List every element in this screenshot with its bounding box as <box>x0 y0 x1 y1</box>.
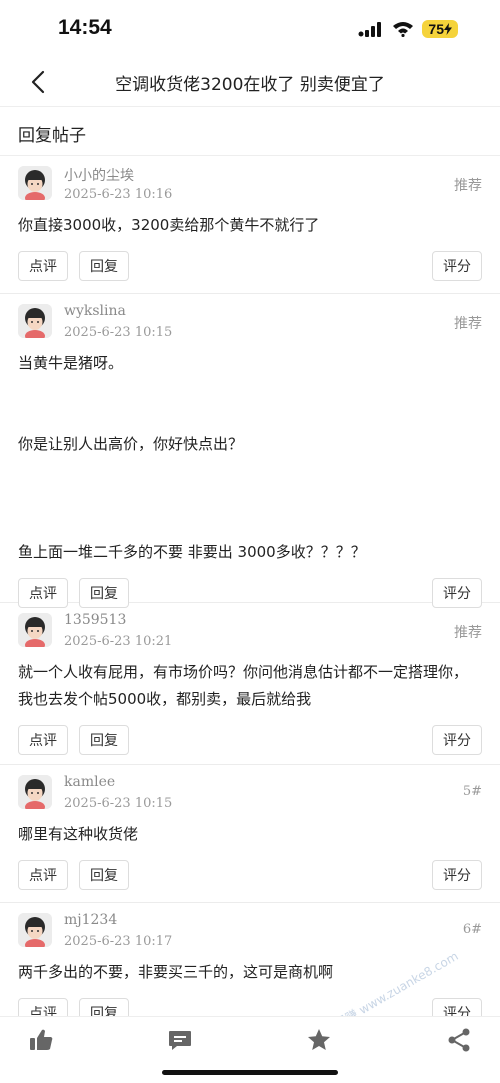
recommend-tag: 推荐 <box>454 625 482 641</box>
thumb-up-icon[interactable] <box>28 1027 54 1053</box>
reply-list: 小小的尘埃 2025-6-23 10:16 推荐 你直接3000收，3200卖给… <box>0 156 500 1016</box>
status-time: 14:54 <box>58 16 112 39</box>
post-content: 你直接3000收，3200卖给那个黄牛不就行了 <box>18 212 482 239</box>
review-button[interactable]: 点评 <box>18 998 68 1016</box>
share-icon[interactable] <box>446 1027 472 1053</box>
post-actions: 点评 回复 评分 <box>18 848 482 906</box>
post-text: 你直接3000收，3200卖给那个黄牛不就行了 <box>18 216 320 234</box>
post-text: 鱼上面一堆二千多的不要 非要出 3000多收？？？？ <box>18 543 366 561</box>
rate-button[interactable]: 评分 <box>432 998 482 1016</box>
comment-icon[interactable] <box>167 1027 193 1053</box>
post-time: 2025-6-23 10:17 <box>64 934 173 949</box>
post-content: 当黄牛是猪呀。 你是让别人出高价，你好快点出？ 鱼上面一堆二千多的不要 非要出 … <box>18 350 482 566</box>
reply-post: 小小的尘埃 2025-6-23 10:16 推荐 你直接3000收，3200卖给… <box>0 156 500 294</box>
avatar-icon <box>18 166 52 200</box>
review-button[interactable]: 点评 <box>18 725 68 755</box>
avatar-icon <box>18 304 52 338</box>
reply-button[interactable]: 回复 <box>79 998 129 1016</box>
reply-button[interactable]: 回复 <box>79 860 129 890</box>
avatar-icon <box>18 613 52 647</box>
reply-post: kamlee 2025-6-23 10:15 5# 哪里有这种收货佬 点评 回复… <box>0 765 500 903</box>
avatar[interactable] <box>18 913 52 947</box>
post-text: 当黄牛是猪呀。 <box>18 354 124 372</box>
floor-number: 5# <box>462 784 482 799</box>
section-title: 回复帖子 <box>18 126 86 146</box>
post-content: 就一个人收有屁用，有市场价吗？你问他消息估计都不一定搭理你，我也去发个帖5000… <box>18 659 482 713</box>
username[interactable]: 小小的尘埃 <box>64 165 134 185</box>
post-content: 哪里有这种收货佬 <box>18 821 482 848</box>
recommend-tag: 推荐 <box>454 178 482 194</box>
wifi-icon <box>393 22 414 37</box>
username[interactable]: mj1234 <box>64 912 117 928</box>
post-time: 2025-6-23 10:16 <box>64 187 173 202</box>
post-actions: 点评 回复 评分 <box>18 713 482 771</box>
post-actions: 点评 回复 评分 <box>18 239 482 297</box>
nav-bar: 空调收货佬3200在收了 别卖便宜了 <box>0 58 500 107</box>
avatar[interactable] <box>18 613 52 647</box>
avatar[interactable] <box>18 166 52 200</box>
battery-indicator: 75 <box>422 20 458 38</box>
reply-post: 1359513 2025-6-23 10:21 推荐 就一个人收有屁用，有市场价… <box>0 603 500 765</box>
reply-post: wykslina 2025-6-23 10:15 推荐 当黄牛是猪呀。 你是让别… <box>0 294 500 608</box>
post-text: 就一个人收有屁用，有市场价吗？你问他消息估计都不一定搭理你，我也去发个帖5000… <box>18 663 469 708</box>
username[interactable]: 1359513 <box>64 612 126 628</box>
status-icons: 75 <box>358 20 458 38</box>
avatar-icon <box>18 913 52 947</box>
rate-button[interactable]: 评分 <box>432 251 482 281</box>
charging-bolt-icon <box>444 23 452 35</box>
back-arrow-icon <box>31 70 45 94</box>
status-bar: 14:54 75 <box>0 0 500 58</box>
username[interactable]: wykslina <box>64 303 126 319</box>
post-header: mj1234 2025-6-23 10:17 6# <box>18 903 482 959</box>
post-header: kamlee 2025-6-23 10:15 5# <box>18 765 482 821</box>
reply-button[interactable]: 回复 <box>79 251 129 281</box>
signal-icon <box>358 22 382 37</box>
section-header: 回复帖子 <box>0 107 500 156</box>
reply-post: mj1234 2025-6-23 10:17 6# 两千多出的不要，非要买三千的… <box>0 903 500 1016</box>
post-actions: 点评 回复 评分 <box>18 986 482 1016</box>
rate-button[interactable]: 评分 <box>432 725 482 755</box>
home-indicator <box>162 1070 338 1075</box>
reply-button[interactable]: 回复 <box>79 725 129 755</box>
post-time: 2025-6-23 10:15 <box>64 796 173 811</box>
post-time: 2025-6-23 10:15 <box>64 325 173 340</box>
avatar[interactable] <box>18 304 52 338</box>
floor-number: 6# <box>462 922 482 937</box>
avatar-icon <box>18 775 52 809</box>
rate-button[interactable]: 评分 <box>432 860 482 890</box>
username[interactable]: kamlee <box>64 774 115 790</box>
post-header: 小小的尘埃 2025-6-23 10:16 推荐 <box>18 156 482 212</box>
post-header: 1359513 2025-6-23 10:21 推荐 <box>18 603 482 659</box>
page-title: 空调收货佬3200在收了 别卖便宜了 <box>115 75 385 95</box>
post-text: 你是让别人出高价，你好快点出？ <box>18 435 244 453</box>
post-header: wykslina 2025-6-23 10:15 推荐 <box>18 294 482 350</box>
battery-level: 75 <box>428 21 444 37</box>
post-time: 2025-6-23 10:21 <box>64 634 173 649</box>
star-icon[interactable] <box>306 1027 332 1053</box>
review-button[interactable]: 点评 <box>18 860 68 890</box>
back-button[interactable] <box>20 64 56 100</box>
bottom-toolbar <box>0 1016 500 1083</box>
recommend-tag: 推荐 <box>454 316 482 332</box>
avatar[interactable] <box>18 775 52 809</box>
post-text: 哪里有这种收货佬 <box>18 825 139 843</box>
review-button[interactable]: 点评 <box>18 251 68 281</box>
